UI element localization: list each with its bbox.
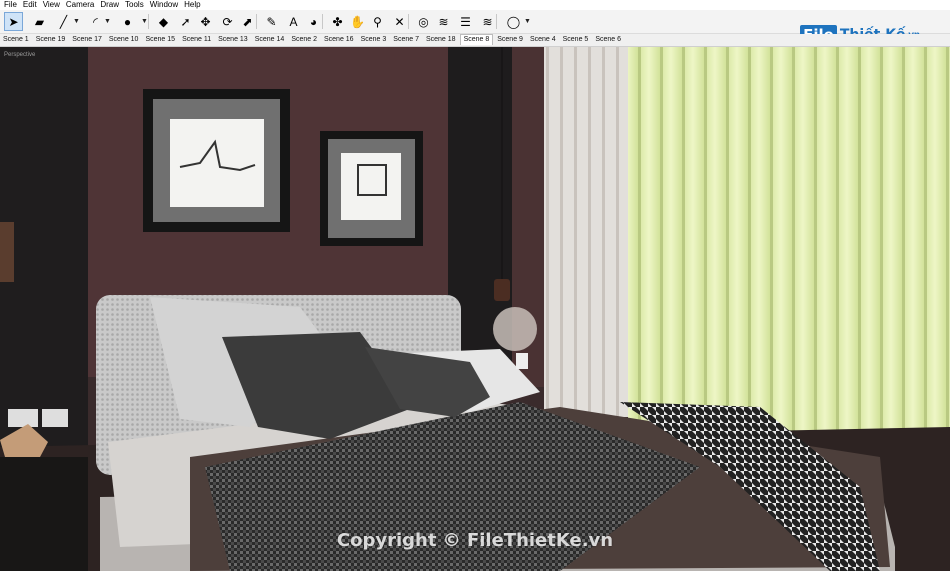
- scene-tab[interactable]: Scene 7: [390, 34, 422, 46]
- push-pull-icon[interactable]: ◆: [154, 12, 173, 31]
- 3d-viewport[interactable]: [0, 47, 950, 571]
- 3d-warehouse-icon[interactable]: ◎: [414, 12, 433, 31]
- toolbar-separator: [408, 14, 409, 29]
- toolbar-separator: [256, 14, 257, 29]
- select-icon[interactable]: ➤: [4, 12, 23, 31]
- scene-tab[interactable]: Scene 8: [459, 34, 494, 45]
- scene-tab[interactable]: Scene 17: [69, 34, 105, 46]
- camera-label: Perspective: [4, 52, 36, 58]
- toolbar-separator: [148, 14, 149, 29]
- scene-tab[interactable]: Scene 19: [33, 34, 69, 46]
- scene-tab[interactable]: Scene 16: [321, 34, 357, 46]
- shape-icon[interactable]: ●: [118, 12, 137, 31]
- account-icon[interactable]: ◯: [504, 12, 523, 31]
- menu-bar: File Edit View Camera Draw Tools Window Help: [0, 0, 950, 10]
- chevron-down-icon[interactable]: ▼: [524, 18, 531, 25]
- chevron-down-icon[interactable]: ▼: [104, 18, 111, 25]
- scene-tab[interactable]: Scene 10: [106, 34, 142, 46]
- menu-camera[interactable]: Camera: [66, 0, 94, 10]
- scene-tab[interactable]: Scene 9: [494, 34, 526, 46]
- pan-icon[interactable]: ✋: [348, 12, 367, 31]
- scene-tab[interactable]: Scene 1: [0, 34, 32, 46]
- extension-manager-icon[interactable]: ≋: [478, 12, 497, 31]
- menu-draw[interactable]: Draw: [100, 0, 119, 10]
- scene-tab[interactable]: Scene 11: [179, 34, 214, 46]
- bedroom-render: [0, 47, 950, 571]
- toolbar: File Thiết Kế .vn ➤▰╱◜●◆➚✥⟳⬈✎A◕✤✋⚲✕◎≋☰≋◯…: [0, 10, 950, 45]
- rotate-icon[interactable]: ⟳: [218, 12, 237, 31]
- scene-tab[interactable]: Scene 2: [288, 34, 320, 46]
- zoom-icon[interactable]: ⚲: [368, 12, 387, 31]
- scale-icon[interactable]: ⬈: [238, 12, 257, 31]
- scene-tab[interactable]: Scene 15: [142, 34, 178, 46]
- scene-tab[interactable]: Scene 6: [592, 34, 624, 46]
- menu-help[interactable]: Help: [184, 0, 200, 10]
- scene-tab[interactable]: Scene 4: [527, 34, 559, 46]
- move-icon[interactable]: ✥: [196, 12, 215, 31]
- menu-window[interactable]: Window: [150, 0, 178, 10]
- menu-tools[interactable]: Tools: [125, 0, 144, 10]
- scene-tabs: Scene 1 Scene 19 Scene 17 Scene 10 Scene 15 S…: [0, 34, 950, 47]
- line-icon[interactable]: ╱: [54, 12, 73, 31]
- menu-edit[interactable]: Edit: [23, 0, 37, 10]
- orbit-icon[interactable]: ✤: [328, 12, 347, 31]
- eraser-icon[interactable]: ▰: [30, 12, 49, 31]
- menu-view[interactable]: View: [43, 0, 60, 10]
- chevron-down-icon[interactable]: ▼: [141, 18, 148, 25]
- scene-tab[interactable]: Scene 18: [423, 34, 459, 46]
- copyright-watermark: Copyright © FileThietKe.vn: [336, 530, 614, 551]
- arc-icon[interactable]: ◜: [86, 12, 105, 31]
- scene-tab[interactable]: Scene 3: [358, 34, 390, 46]
- chevron-down-icon[interactable]: ▼: [73, 18, 80, 25]
- menu-file[interactable]: File: [4, 0, 17, 10]
- toolbar-separator: [322, 14, 323, 29]
- scene-tab[interactable]: Scene 13: [215, 34, 251, 46]
- follow-me-icon[interactable]: ➚: [176, 12, 195, 31]
- tape-measure-icon[interactable]: ✎: [262, 12, 281, 31]
- scene-tab[interactable]: Scene 14: [252, 34, 288, 46]
- toolbar-separator: [496, 14, 497, 29]
- zoom-extents-icon[interactable]: ✕: [390, 12, 409, 31]
- extension-warehouse-icon[interactable]: ≋: [434, 12, 453, 31]
- scene-tab[interactable]: Scene 5: [560, 34, 592, 46]
- paint-bucket-icon[interactable]: ◕: [304, 12, 323, 31]
- text-icon[interactable]: A: [284, 12, 303, 31]
- layout-icon[interactable]: ☰: [456, 12, 475, 31]
